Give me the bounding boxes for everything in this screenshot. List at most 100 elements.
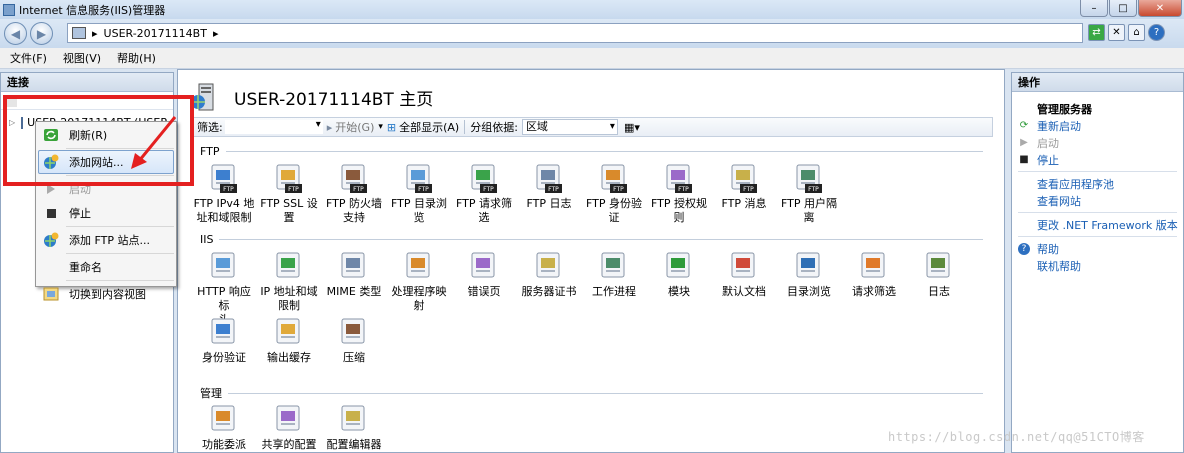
show-all-button[interactable]: 全部显示(A) [399,119,459,135]
ctx-stop-label: 停止 [69,207,91,220]
start-filter-button[interactable]: 开始(G) [335,119,374,135]
feature-icon [598,250,630,282]
action-view-sites-label[interactable]: 查看网站 [1037,193,1081,209]
action-restart-label[interactable]: 重新启动 [1037,118,1081,134]
action-online-help[interactable]: 联机帮助 [1012,257,1183,274]
action-stop[interactable]: ■ 停止 [1012,151,1183,168]
feature-icon [338,403,370,435]
action-view-sites[interactable]: 查看网站 [1012,192,1183,209]
feature-label-line1: 服务器证书 [521,285,577,298]
feature-label-line2: 选 [478,211,490,224]
filter-input[interactable]: ▾ [224,119,323,134]
feature-label: FTP 日志 [517,197,581,211]
feature-0-0[interactable]: FTP FTP IPv4 地址和域限制 [192,162,256,225]
close-button[interactable]: ✕ [1138,0,1182,17]
feature-1-8[interactable]: 默认文档 [712,250,776,327]
action-help[interactable]: ? 帮助 [1012,240,1183,257]
address-bar[interactable]: ▸ USER-20171114BT ▸ [67,23,1083,43]
help-nav-icon[interactable]: ? [1148,24,1165,41]
feature-label-line2: 支持 [343,211,365,224]
maximize-button[interactable]: □ [1109,0,1137,17]
feature-1-5[interactable]: 服务器证书 [517,250,581,327]
feature-1-14[interactable]: 压缩 [322,316,386,365]
forward-button[interactable]: ▶ [30,22,53,45]
feature-0-8[interactable]: FTP FTP 消息 [712,162,776,225]
menu-help[interactable]: 帮助(H) [117,50,156,66]
action-stop-label[interactable]: 停止 [1037,152,1059,168]
feature-1-6[interactable]: 工作进程 [582,250,646,327]
feature-0-6[interactable]: FTP FTP 身份验证 [582,162,646,225]
action-online-help-label[interactable]: 联机帮助 [1037,258,1081,274]
feature-1-3[interactable]: 处理程序映射 [387,250,451,327]
menu-file[interactable]: 文件(F) [10,50,47,66]
feature-label: FTP SSL 设置 [257,197,321,225]
feature-label: 共享的配置 [257,438,321,452]
action-start-label[interactable]: 启动 [1037,135,1059,151]
feature-1-4[interactable]: 错误页 [452,250,516,327]
action-view-app-pools-label[interactable]: 查看应用程序池 [1037,176,1114,192]
home-icon[interactable]: ⌂ [1128,24,1145,41]
iis-feature-grid-row2: 身份验证 输出缓存 压缩 [192,316,387,365]
feature-label-line1: HTTP 响应标 [197,285,251,312]
actions-header: 操作 [1012,73,1183,92]
ctx-rename[interactable]: 重命名 [38,255,174,279]
feature-icon: FTP [728,162,760,194]
feature-1-13[interactable]: 输出缓存 [257,316,321,365]
feature-label-line1: 处理程序映 [391,285,447,298]
feature-1-7[interactable]: 模块 [647,250,711,327]
feature-label: IP 地址和域 限制 [257,285,321,313]
feature-0-9[interactable]: FTP FTP 用户隔离 [777,162,841,225]
action-view-app-pools[interactable]: 查看应用程序池 [1012,175,1183,192]
feature-1-9[interactable]: 目录浏览 [777,250,841,327]
svg-text:FTP: FTP [548,186,559,193]
feature-0-7[interactable]: FTP FTP 授权规则 [647,162,711,225]
feature-0-3[interactable]: FTP FTP 目录浏览 [387,162,451,225]
action-start[interactable]: ▶ 启动 [1012,134,1183,151]
feature-0-1[interactable]: FTP FTP SSL 设置 [257,162,321,225]
feature-1-10[interactable]: 请求筛选 [842,250,906,327]
feature-label-line1: 功能委派 [202,438,246,451]
feature-0-5[interactable]: FTP FTP 日志 [517,162,581,225]
feature-icon [273,316,305,348]
feature-0-2[interactable]: FTP FTP 防火墙 支持 [322,162,386,225]
feature-1-12[interactable]: 身份验证 [192,316,256,365]
breadcrumb-server[interactable]: USER-20171114BT [104,27,207,40]
feature-label: 默认文档 [712,285,776,299]
iis-app-icon [3,3,15,16]
action-help-label[interactable]: 帮助 [1037,241,1059,257]
feature-icon [403,250,435,282]
group-by-label: 分组依据: [470,121,518,134]
action-change-dotnet-label[interactable]: 更改 .NET Framework 版本 [1037,217,1178,233]
svg-text:FTP: FTP [353,186,364,193]
feature-label-line1: 身份验证 [202,351,246,364]
feature-icon: FTP [208,162,240,194]
feature-label-line2: 离 [803,211,815,224]
filter-dropdown-icon[interactable]: ▾ [316,119,321,130]
view-mode-icon[interactable]: ▦▾ [624,121,640,134]
feature-2-0[interactable]: 功能委派 [192,403,256,452]
menu-view[interactable]: 视图(V) [63,50,101,66]
action-restart[interactable]: ⟳ 重新启动 [1012,117,1183,134]
feature-2-1[interactable]: 共享的配置 [257,403,321,452]
breadcrumb-sep[interactable]: ▸ [213,27,219,40]
ctx-content-view[interactable]: 切换到内容视图 [38,282,174,306]
action-change-dotnet[interactable]: 更改 .NET Framework 版本 [1012,216,1183,233]
feature-icon: FTP [793,162,825,194]
ftp-add-icon [43,232,59,248]
page-header: USER-20171114BT 主页 [190,82,433,112]
back-button[interactable]: ◀ [4,22,27,45]
feature-1-11[interactable]: 日志 [907,250,971,327]
ctx-add-ftp[interactable]: 添加 FTP 站点... [38,228,174,252]
server-icon [72,27,86,39]
feature-2-2[interactable]: 配置编辑器 [322,403,386,452]
feature-0-4[interactable]: FTP FTP 请求筛选 [452,162,516,225]
page-title: USER-20171114BT 主页 [234,89,434,110]
group-by-select[interactable]: 区域 [521,119,618,135]
minimize-button[interactable]: – [1080,0,1108,17]
ctx-stop[interactable]: 停止 [38,201,174,225]
start-filter-icon: ▸ [326,120,333,134]
feature-label: FTP 请求筛选 [452,197,516,225]
go-icon[interactable]: ⇄ [1088,24,1105,41]
stop-nav-icon[interactable]: ✕ [1108,24,1125,41]
feature-label: 工作进程 [582,285,646,299]
